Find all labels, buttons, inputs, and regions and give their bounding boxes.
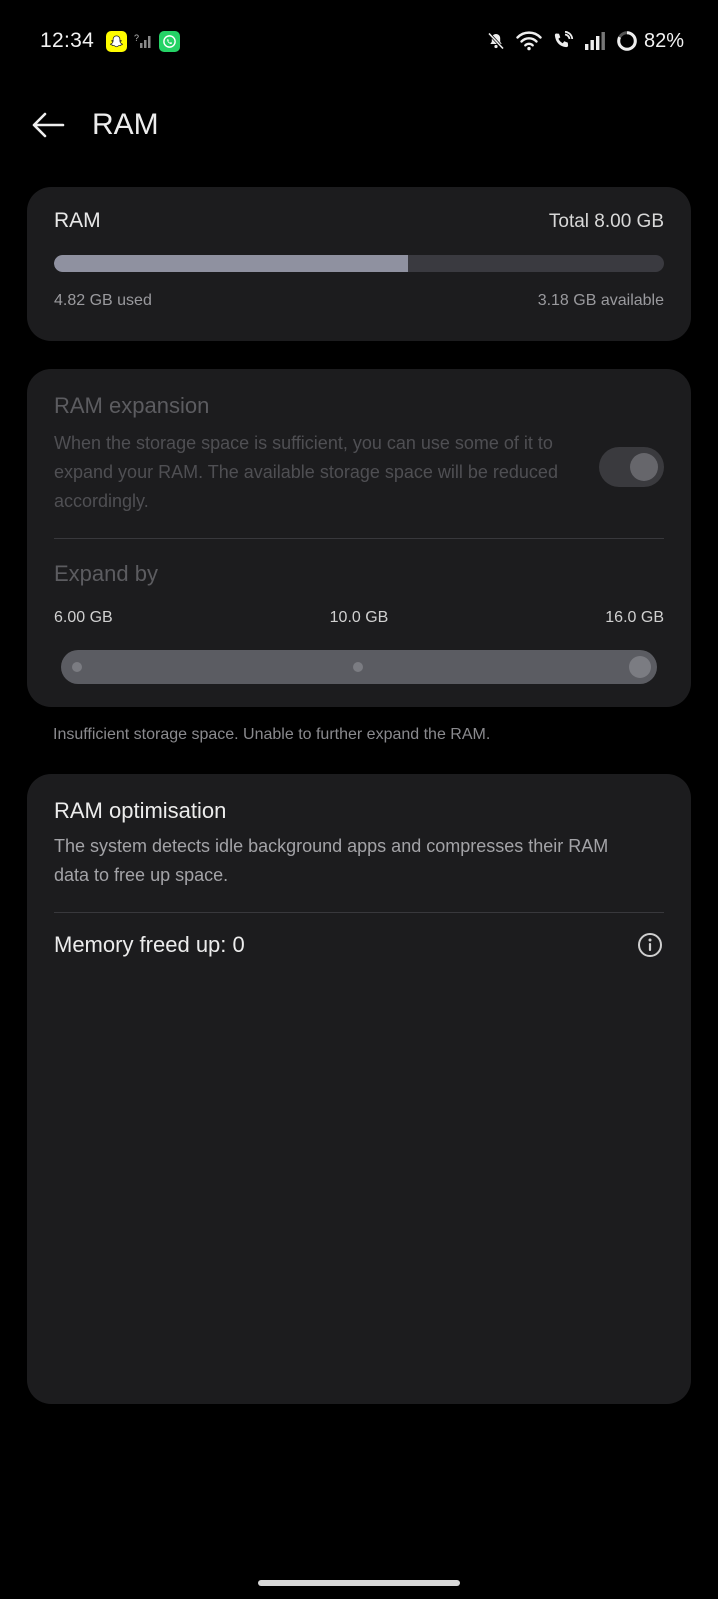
ram-header-row: RAM Total 8.00 GB [54,209,664,233]
ram-expansion-toggle[interactable] [599,447,664,487]
insufficient-storage-note: Insufficient storage space. Unable to fu… [53,726,491,743]
snapchat-icon [106,30,128,52]
expand-by-title: Expand by [54,561,158,586]
divider [54,912,664,913]
mute-bell-icon [486,31,506,51]
battery-level: 82% [643,29,684,52]
back-button[interactable] [28,105,68,145]
ram-optimisation-title: RAM optimisation [54,798,227,823]
tick-label-max: 16.0 GB [605,609,664,626]
ram-expansion-description: When the storage space is sufficient, yo… [54,433,558,511]
ram-settings-screen: 12:34 ? 82% RAM RAM Total 8.00 GB 4.82 G… [0,0,718,1599]
memory-freed-row: Memory freed up: 0 [54,931,664,959]
info-button[interactable] [636,931,664,959]
page-title: RAM [92,108,159,141]
ram-usage-card: RAM Total 8.00 GB 4.82 GB used 3.18 GB a… [27,187,691,341]
ram-optimisation-description: The system detects idle background apps … [54,836,609,885]
ram-available-label: 3.18 GB available [537,292,664,309]
toggle-knob [630,453,658,481]
signal-icon [584,32,606,50]
slider-step-dot [72,662,82,672]
svg-text:?: ? [134,33,139,43]
ram-legend-row: 4.82 GB used 3.18 GB available [54,292,664,310]
ram-expansion-body: When the storage space is sufficient, yo… [54,429,664,516]
ram-used-label: 4.82 GB used [54,292,152,309]
ram-usage-bar-fill [54,255,408,272]
tick-label-min: 6.00 GB [54,609,113,626]
slider-thumb[interactable] [629,656,651,678]
ram-optimisation-card: RAM optimisation The system detects idle… [27,774,691,1404]
ram-total: Total 8.00 GB [548,211,664,232]
info-icon [638,933,662,957]
header: RAM [0,92,718,158]
ram-card-title: RAM [54,209,101,232]
slider-step-dot [353,662,363,672]
status-bar-left: 12:34 ? [40,29,187,53]
ram-expansion-title: RAM expansion [54,393,210,418]
expand-size-slider[interactable] [61,650,657,684]
back-arrow-icon [32,112,65,138]
memory-freed-label: Memory freed up: 0 [54,932,245,957]
divider [54,538,664,539]
whatsapp-icon [159,30,181,52]
status-bar-right: 82% [476,30,684,53]
no-signal-sim-icon: ? [134,32,152,50]
ram-usage-bar [54,255,664,272]
tick-label-mid: 10.0 GB [329,609,389,626]
battery-ring-icon [616,30,638,52]
wifi-calling-icon [552,31,574,51]
ram-expansion-card: RAM expansion When the storage space is … [27,369,691,707]
status-bar: 12:34 ? 82% [0,0,718,82]
expand-size-ticks: 6.00 GB 10.0 GB 16.0 GB [54,609,664,627]
status-time: 12:34 [40,29,95,52]
home-indicator[interactable] [258,1580,460,1586]
wifi-icon [516,31,542,51]
